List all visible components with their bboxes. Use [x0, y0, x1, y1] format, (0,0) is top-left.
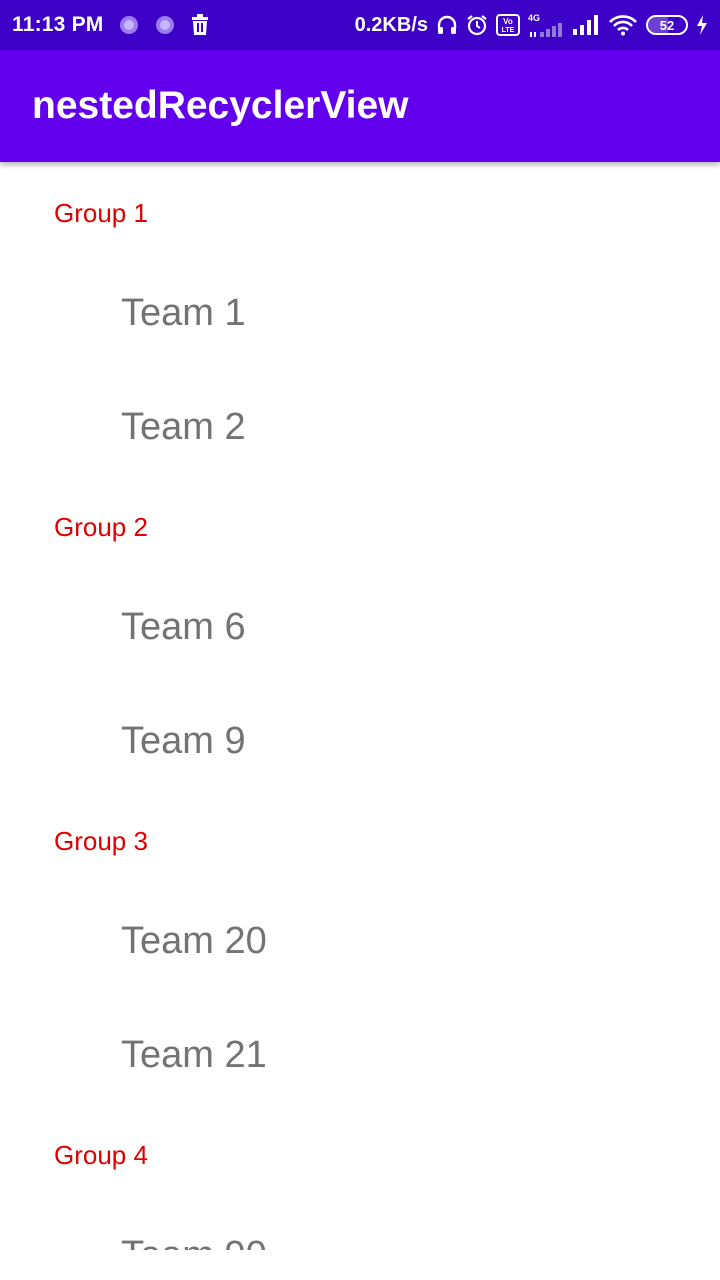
wifi-icon	[608, 14, 638, 36]
team-item[interactable]: Team 21	[121, 1036, 267, 1074]
team-item[interactable]: Team 2	[121, 408, 246, 446]
battery-icon: 52	[646, 15, 688, 35]
team-item[interactable]: Team 6	[121, 608, 246, 646]
svg-text:Vo: Vo	[503, 17, 513, 26]
group-header[interactable]: Group 3	[54, 828, 148, 854]
trash-icon	[190, 14, 210, 36]
group-header[interactable]: Group 2	[54, 514, 148, 540]
status-bar-left: 11:13 PM	[12, 13, 210, 37]
battery-level: 52	[659, 17, 675, 33]
team-item[interactable]: Team 90	[121, 1236, 267, 1250]
status-time: 11:13 PM	[12, 13, 104, 36]
group-header[interactable]: Group 1	[54, 200, 148, 226]
app-bar: nestedRecyclerView	[0, 50, 720, 162]
group-list[interactable]: Group 1 Team 1 Team 2 Group 2 Team 6 Tea…	[0, 162, 720, 1250]
notification-dot-icon	[154, 14, 176, 36]
team-item[interactable]: Team 9	[121, 722, 246, 760]
notification-dot-icon	[118, 14, 140, 36]
headset-icon	[436, 14, 458, 36]
team-item[interactable]: Team 20	[121, 922, 267, 960]
charging-bolt-icon	[696, 15, 708, 35]
team-item[interactable]: Team 1	[121, 294, 246, 332]
signal-4g-icon: 4G	[528, 12, 564, 37]
alarm-icon	[466, 14, 488, 36]
network-type-label: 4G	[528, 12, 541, 23]
svg-text:LTE: LTE	[502, 27, 515, 34]
app-title: nestedRecyclerView	[32, 84, 409, 127]
network-speed: 0.2KB/s	[354, 13, 428, 36]
signal-icon	[572, 15, 600, 35]
status-bar-right: 0.2KB/s Vo LTE 4G 52	[354, 12, 708, 37]
group-header[interactable]: Group 4	[54, 1142, 148, 1168]
volte-icon: Vo LTE	[496, 14, 520, 36]
status-bar: 11:13 PM 0.2KB/s Vo LTE 4G 52	[0, 0, 720, 50]
